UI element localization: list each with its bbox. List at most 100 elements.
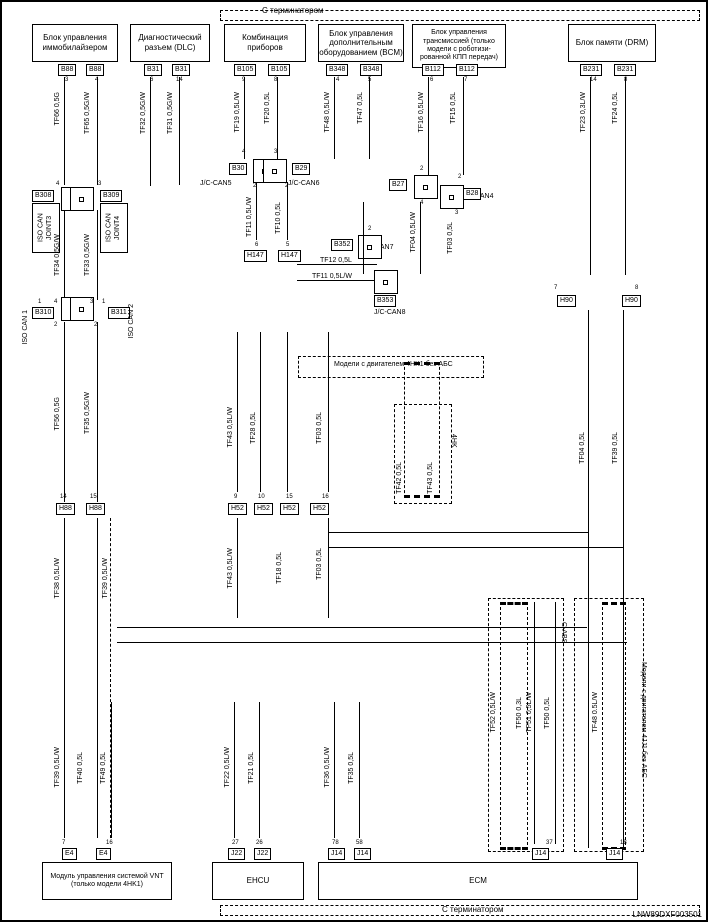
wl-tf10: TF10 0,5L <box>275 202 282 234</box>
box-drm: Блок памяти (DRM) <box>568 24 656 62</box>
conn-j14a: J14 <box>328 848 345 860</box>
box-iso-can1: ISO CAN 1 <box>22 310 29 345</box>
conn-e4a: E4 <box>62 848 77 860</box>
wl-tf33: TF33 0,5G/W <box>84 234 91 276</box>
box-ecm: ECM <box>318 862 638 900</box>
wl-tf39b: TF39 0,5L/W <box>102 558 109 598</box>
conn-b310: B310 <box>32 307 54 319</box>
wl-tf56: TF56 0,5G <box>54 397 61 430</box>
box-cluster: Комбинация приборов <box>224 24 306 62</box>
wl-tf24: TF24 0,5L <box>612 92 619 124</box>
conn-b88b: B88 <box>86 64 104 76</box>
conn-j14d: J14 <box>606 848 623 860</box>
conn-b309: B309 <box>100 190 122 202</box>
conn-b88a: B88 <box>58 64 76 76</box>
wl-tf48: TF48 0,5L/W <box>324 92 331 132</box>
wl-tf47: TF47 0,5L <box>357 92 364 124</box>
wl-tf39: TF39 0,5L <box>612 432 619 464</box>
conn-b308: B308 <box>32 190 54 202</box>
conn-b105b: B105 <box>268 64 290 76</box>
conn-b231b: B231 <box>614 64 636 76</box>
wl-tf50: TF50 0,5L <box>544 697 551 729</box>
wl-tf04: TF04 0,5L/W <box>410 212 417 252</box>
wl-tf19: TF19 0,5L/W <box>234 92 241 132</box>
wl-tf35b: TF35 0,5L <box>348 752 355 784</box>
wl-tf15: TF15 0,5L <box>450 92 457 124</box>
wl-tf16: TF16 0,5L/W <box>418 92 425 132</box>
wl-tf34: TF34 0,5G/W <box>54 234 61 276</box>
conn-b112b: B112 <box>456 64 478 76</box>
wl-tf23: TF23 0,3L/W <box>580 92 587 132</box>
wl-tf03-2: TF03 0,5L <box>316 412 323 444</box>
wl-tf21: TF21 0,5L <box>248 752 255 784</box>
box-iso-can-joint4: ISO CAN JOINT4 <box>100 203 128 253</box>
box-ehcu: EHCU <box>212 862 304 900</box>
box-jc-can8: J/C-CAN8 <box>374 309 406 316</box>
conn-b348b: B348 <box>360 64 382 76</box>
wl-tf48-2: TF48 0.5L/W <box>592 692 599 732</box>
wl-tf04b: TF04 0,5L <box>579 432 586 464</box>
wl-tf38: TF38 0,5L/W <box>54 558 61 598</box>
box-diag: Диагностический разъем (DLC) <box>130 24 210 62</box>
conn-b348a: B348 <box>326 64 348 76</box>
wl-tf03: TF03 0,5L <box>447 222 454 254</box>
conn-b28: B28 <box>463 188 481 200</box>
wl-tf03-3: TF03 0,5L <box>316 548 323 580</box>
region-cabs: C-ABS <box>560 622 567 643</box>
box-vnt: Модуль управления системой VNT (только м… <box>42 862 172 900</box>
box-immo: Блок управления иммобилайзером <box>32 24 118 62</box>
conn-j22b: J22 <box>254 848 271 860</box>
conn-b105a: B105 <box>234 64 256 76</box>
conn-b27: B27 <box>389 179 407 191</box>
conn-j14c: J14 <box>532 848 549 860</box>
conn-b231a: B231 <box>580 64 602 76</box>
wl-tf12: TF12 0,5L <box>320 257 352 264</box>
wl-tf31: TF31 0,5G/W <box>167 92 174 134</box>
conn-e4b: E4 <box>96 848 111 860</box>
wl-tf43: TF43 0,5L/W <box>227 407 234 447</box>
wl-tf36: TF36 0,5L/W <box>324 747 331 787</box>
region-4hk: 4HK <box>450 434 457 448</box>
wl-tf11: TF11 0,5L/W <box>246 197 253 237</box>
box-jc-can6: J/C-CAN6 <box>288 180 320 187</box>
conn-j14b: J14 <box>354 848 371 860</box>
wl-tf66: TF66 0,5G <box>54 92 61 125</box>
conn-h90b: H90 <box>622 295 641 307</box>
conn-h147b: H147 <box>278 250 301 262</box>
conn-h52b: H52 <box>254 503 273 515</box>
wl-tf35: TF35 0,5G/W <box>84 392 91 434</box>
wl-tf22: TF22 0,5L/W <box>224 747 231 787</box>
region-4jj1: Модели с двигателем 4JJ1 без АБС <box>640 662 647 778</box>
conn-b31b: B31 <box>172 64 190 76</box>
conn-h88b: H88 <box>86 503 105 515</box>
terminator-bottom: С терминатором <box>442 905 504 914</box>
wl-tf18: TF18 0,5L <box>276 552 283 584</box>
conn-b31a: B31 <box>144 64 162 76</box>
conn-b29: B29 <box>292 163 310 175</box>
wl-tf65: TF65 0,5G/W <box>84 92 91 134</box>
conn-b30: B30 <box>229 163 247 175</box>
wl-tf51: TF51 0,5L/W <box>526 692 533 732</box>
conn-h52d: H52 <box>310 503 329 515</box>
box-jc-can5: J/C-CAN5 <box>200 180 232 187</box>
conn-h88a: H88 <box>56 503 75 515</box>
conn-b352: B352 <box>331 239 353 251</box>
conn-b112a: B112 <box>422 64 444 76</box>
wl-tf43c: TF43 0,5L/W <box>227 548 234 588</box>
wl-tf32: TF32 0,5G/W <box>140 92 147 134</box>
conn-b311: B311 <box>108 307 130 319</box>
box-bcm: Блок управления дополнительным оборудова… <box>318 24 404 62</box>
conn-h90a: H90 <box>557 295 576 307</box>
wl-tf20: TF20 0,5L <box>264 92 271 124</box>
box-iso-can2: ISO CAN 2 <box>128 304 135 339</box>
conn-h52c: H52 <box>280 503 299 515</box>
conn-b353: B353 <box>374 295 396 307</box>
terminator-top: С терминатором <box>262 6 324 15</box>
wl-tf49: TF49 0,5L <box>100 752 107 784</box>
wl-tf50b: TF50 0,3L <box>516 697 523 729</box>
wl-tf40: TF40 0,5L <box>77 752 84 784</box>
conn-h52a: H52 <box>228 503 247 515</box>
conn-j22a: J22 <box>228 848 245 860</box>
wl-tf39c: TF39 0,5L/W <box>54 747 61 787</box>
conn-h147a: H147 <box>244 250 267 262</box>
